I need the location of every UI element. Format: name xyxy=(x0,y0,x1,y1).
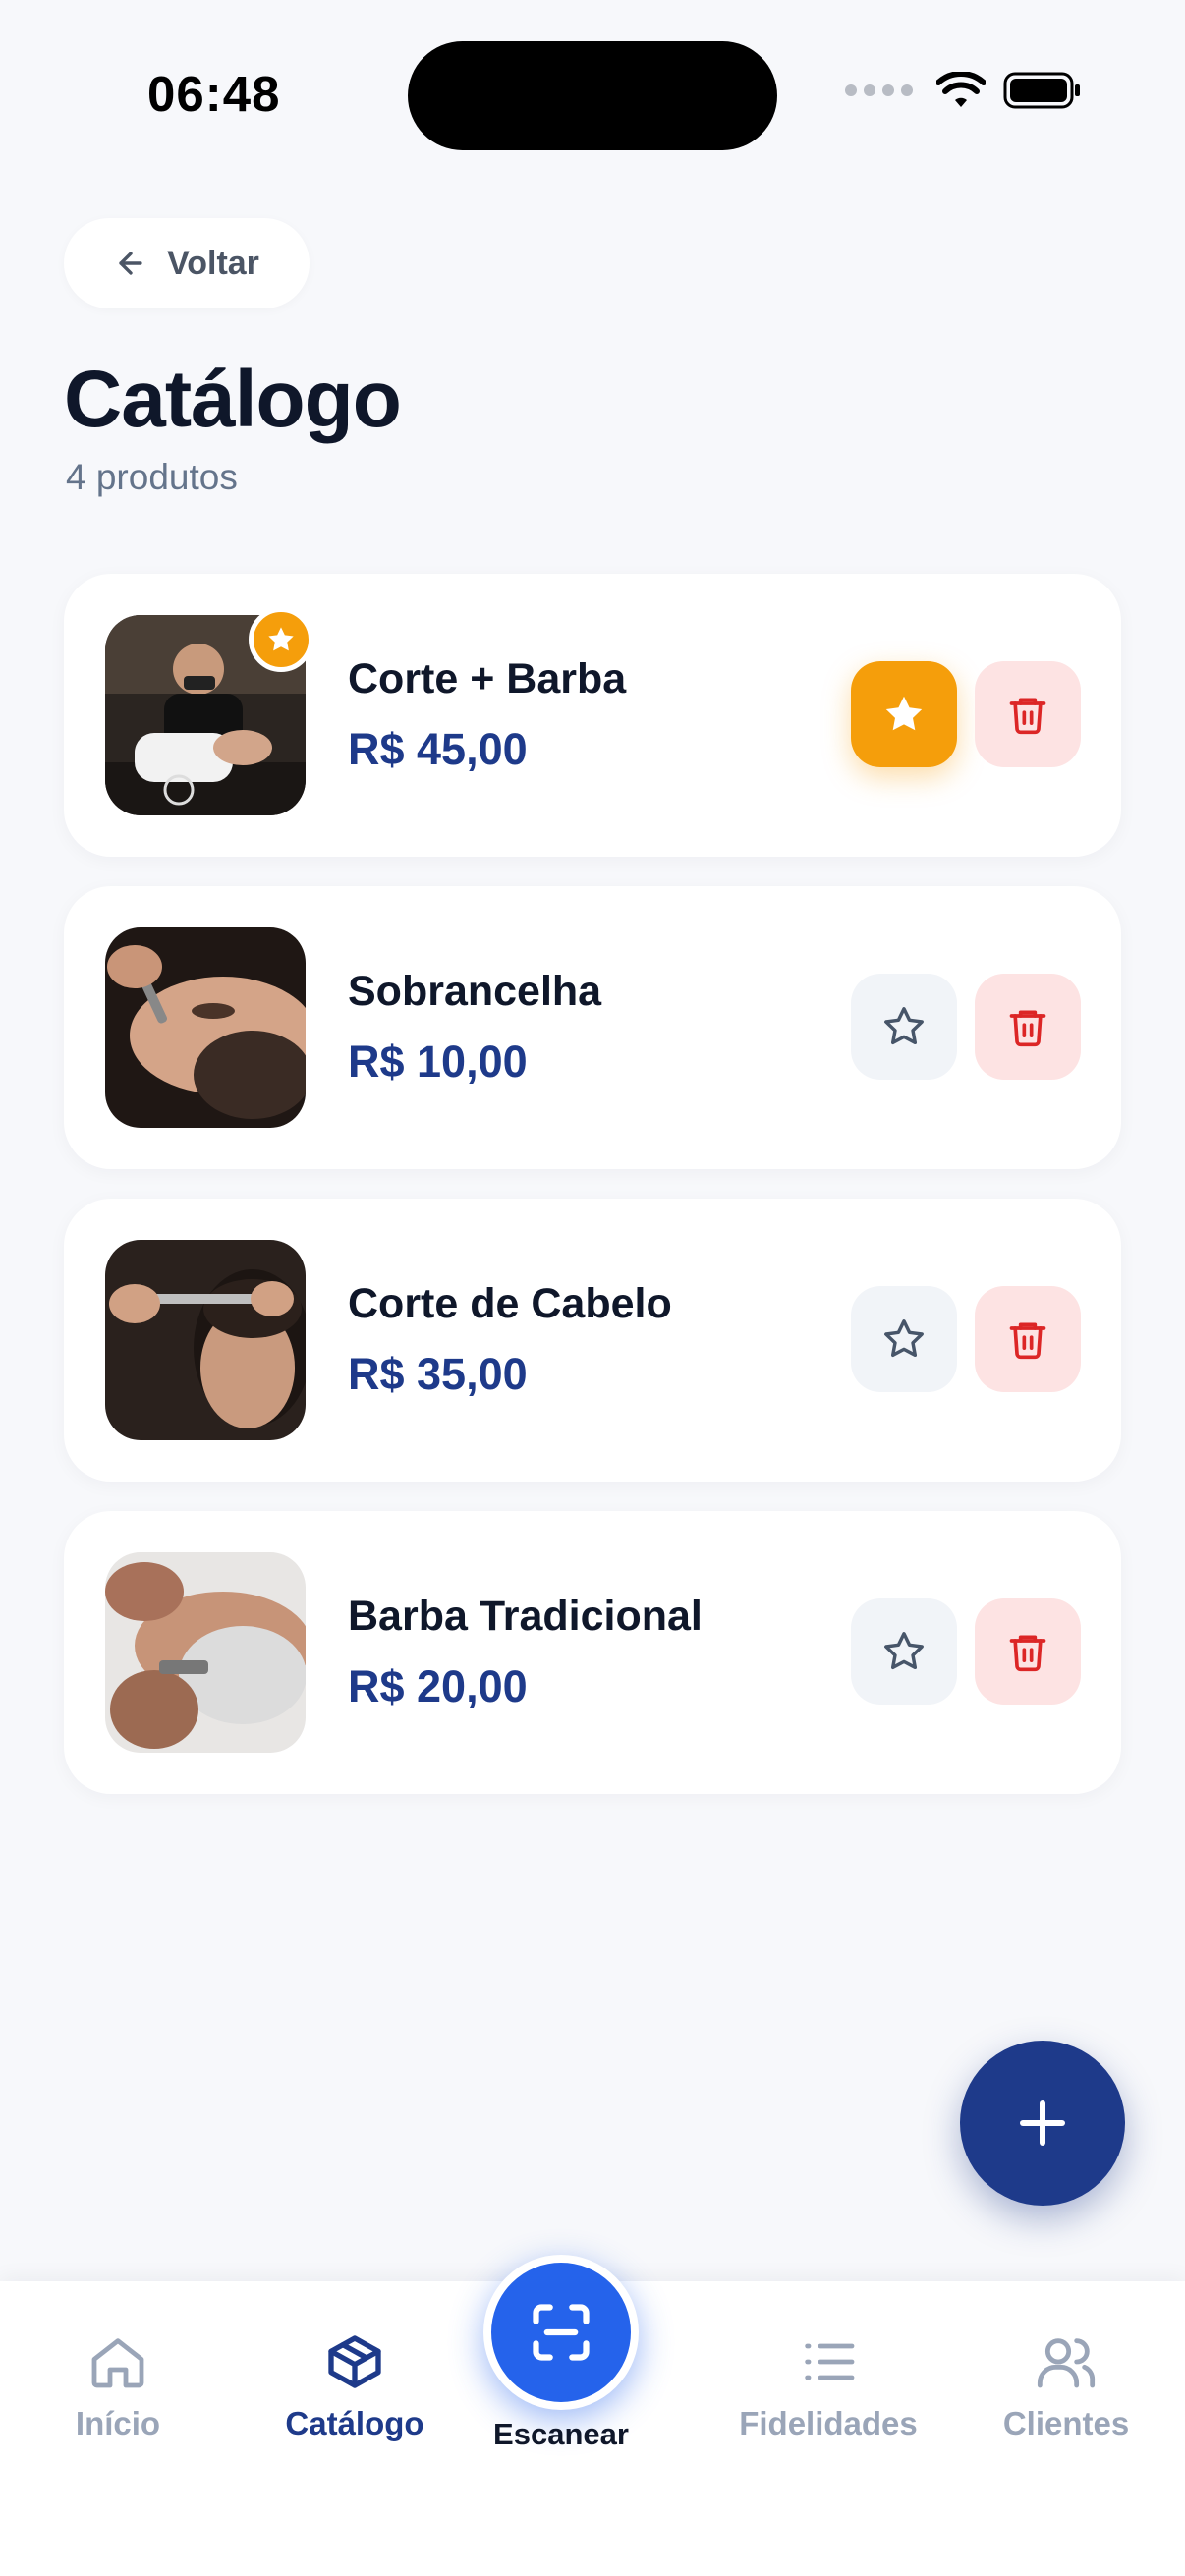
back-button[interactable]: Voltar xyxy=(64,218,310,308)
trash-icon xyxy=(1009,698,1046,735)
product-price: R$ 45,00 xyxy=(348,724,528,774)
product-name: Barba Tradicional xyxy=(348,1593,703,1640)
list-icon xyxy=(805,2343,855,2380)
status-time: 06:48 xyxy=(147,66,281,122)
product-count: 4 produtos xyxy=(66,457,238,497)
trash-icon xyxy=(1009,1635,1046,1672)
product-card[interactable]: Barba Tradicional R$ 20,00 xyxy=(64,1511,1121,1794)
product-price: R$ 10,00 xyxy=(348,1036,528,1087)
star-icon xyxy=(885,696,923,731)
product-list: Corte + Barba R$ 45,00 Sobrancelha R$ 10… xyxy=(64,574,1121,1823)
scan-icon xyxy=(533,2304,590,2361)
catalog-screen: 06:48 Voltar Catálogo 4 produtos Corte +… xyxy=(0,0,1185,2576)
product-name: Sobrancelha xyxy=(348,968,602,1015)
dynamic-island xyxy=(408,41,777,150)
nav-item-catalogo[interactable]: Catálogo xyxy=(247,2330,463,2442)
nav-label-clientes: Clientes xyxy=(1002,2405,1130,2441)
back-button-label: Voltar xyxy=(167,244,259,282)
product-image xyxy=(105,1240,306,1440)
favorite-button[interactable] xyxy=(851,1286,957,1392)
nav-label-inicio: Início xyxy=(75,2405,161,2441)
nav-item-inicio[interactable]: Início xyxy=(10,2330,226,2442)
delete-button[interactable] xyxy=(975,661,1081,767)
star-icon xyxy=(884,1632,924,1670)
arrow-left-icon xyxy=(119,252,142,275)
plus-icon xyxy=(1020,2100,1065,2146)
product-price: R$ 35,00 xyxy=(348,1349,528,1399)
product-image xyxy=(105,1552,306,1753)
featured-badge xyxy=(249,607,313,672)
star-icon xyxy=(884,1319,924,1358)
product-name: Corte de Cabelo xyxy=(348,1280,672,1327)
nav-label-escanear: Escanear xyxy=(493,2417,629,2451)
scan-button[interactable] xyxy=(483,2255,639,2410)
home-icon xyxy=(91,2338,144,2388)
product-card[interactable]: Corte + Barba R$ 45,00 xyxy=(64,574,1121,857)
trash-icon xyxy=(1009,1010,1046,1047)
product-card[interactable]: Sobrancelha R$ 10,00 xyxy=(64,886,1121,1169)
favorite-button[interactable] xyxy=(851,661,957,767)
trash-icon xyxy=(1009,1322,1046,1360)
nav-label-catalogo: Catálogo xyxy=(285,2405,424,2441)
cellular-signal-icon xyxy=(845,84,913,96)
favorite-button[interactable] xyxy=(851,974,957,1080)
box-icon xyxy=(328,2335,381,2388)
users-icon xyxy=(1037,2338,1096,2388)
page-title: Catálogo xyxy=(64,355,402,444)
star-icon xyxy=(268,627,294,651)
product-card[interactable]: Corte de Cabelo R$ 35,00 xyxy=(64,1199,1121,1482)
delete-button[interactable] xyxy=(975,1286,1081,1392)
product-price: R$ 20,00 xyxy=(348,1661,528,1711)
status-icons xyxy=(845,71,1082,110)
battery-icon xyxy=(1003,72,1080,109)
add-product-button[interactable] xyxy=(960,2041,1125,2206)
wifi-icon xyxy=(936,72,986,107)
nav-item-clientes[interactable]: Clientes xyxy=(958,2330,1174,2442)
star-icon xyxy=(884,1007,924,1045)
nav-item-fidelidades[interactable]: Fidelidades xyxy=(720,2330,936,2442)
product-image xyxy=(105,927,306,1128)
favorite-button[interactable] xyxy=(851,1598,957,1705)
nav-label-fidelidades: Fidelidades xyxy=(739,2405,918,2441)
product-name: Corte + Barba xyxy=(348,655,627,702)
delete-button[interactable] xyxy=(975,974,1081,1080)
delete-button[interactable] xyxy=(975,1598,1081,1705)
